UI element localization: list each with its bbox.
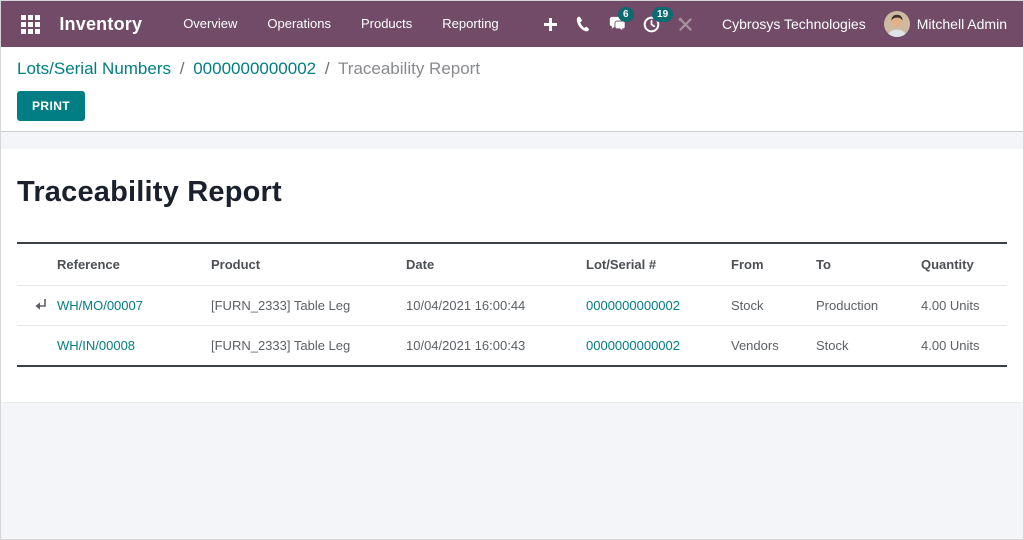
cell-product: [FURN_2333] Table Leg xyxy=(205,325,400,366)
header-lot-serial: Lot/Serial # xyxy=(586,257,657,272)
header-product: Product xyxy=(211,257,261,272)
lot-link[interactable]: 0000000000002 xyxy=(586,298,680,313)
header-reference: Reference xyxy=(57,257,120,272)
quick-create-button[interactable] xyxy=(536,1,566,47)
cell-quantity: 4.00 Units xyxy=(915,285,1007,326)
cell-from: Vendors xyxy=(725,325,810,366)
cell-reference: WH/MO/00007 xyxy=(17,285,205,326)
cell-date: 10/04/2021 16:00:43 xyxy=(400,325,580,366)
cell-product: [FURN_2333] Table Leg xyxy=(205,285,400,326)
header-date: Date xyxy=(406,257,435,272)
user-menu[interactable]: Mitchell Admin xyxy=(883,11,1009,37)
user-name: Mitchell Admin xyxy=(916,16,1007,32)
apps-menu-button[interactable] xyxy=(15,1,45,47)
lot-link[interactable]: 0000000000002 xyxy=(586,338,680,353)
main-menu: Overview Operations Products Reporting xyxy=(168,1,513,47)
company-switcher[interactable]: Cybrosys Technologies xyxy=(722,16,866,32)
plus-icon xyxy=(544,17,558,31)
page-title: Traceability Report xyxy=(17,176,282,208)
header-from: From xyxy=(731,257,764,272)
cell-quantity: 4.00 Units xyxy=(915,325,1007,366)
report-sheet: Traceability Report Reference Product Da… xyxy=(1,149,1023,367)
apps-grid-icon xyxy=(20,14,40,34)
control-panel: Lots/Serial Numbers / 0000000000002 / Tr… xyxy=(1,47,1023,132)
phone-icon xyxy=(576,16,590,32)
cell-lot: 0000000000002 xyxy=(580,325,725,366)
breadcrumb-separator: / xyxy=(179,59,185,78)
app-name[interactable]: Inventory xyxy=(59,14,142,35)
messages-button[interactable]: 6 xyxy=(600,1,634,47)
reference-link[interactable]: WH/MO/00007 xyxy=(57,298,143,313)
breadcrumb-lots-link[interactable]: Lots/Serial Numbers xyxy=(17,59,171,78)
header-quantity: Quantity xyxy=(921,257,974,272)
cell-from: Stock xyxy=(725,285,810,326)
footer-background xyxy=(1,402,1023,539)
systray: 6 19 Cybrosys Technologies Mitchell Admi… xyxy=(566,1,1009,47)
origin-arrow-icon xyxy=(23,298,57,313)
activities-button[interactable]: 19 xyxy=(634,1,674,47)
traceability-report-page: Inventory Overview Operations Products R… xyxy=(0,0,1024,540)
top-navbar: Inventory Overview Operations Products R… xyxy=(1,1,1023,47)
cell-lot: 0000000000002 xyxy=(580,285,725,326)
breadcrumb: Lots/Serial Numbers / 0000000000002 / Tr… xyxy=(17,59,1007,79)
table-row: WH/IN/00008 [FURN_2333] Table Leg 10/04/… xyxy=(17,325,1007,366)
menu-overview[interactable]: Overview xyxy=(168,1,252,47)
table-row: WH/MO/00007 [FURN_2333] Table Leg 10/04/… xyxy=(17,285,1007,326)
reference-link[interactable]: WH/IN/00008 xyxy=(57,338,135,353)
menu-operations[interactable]: Operations xyxy=(252,1,346,47)
tools-icon xyxy=(678,17,692,31)
breadcrumb-lot-link[interactable]: 0000000000002 xyxy=(193,59,316,78)
print-button[interactable]: PRINT xyxy=(17,91,85,121)
avatar xyxy=(883,11,910,37)
cell-to: Production xyxy=(810,285,915,326)
header-to: To xyxy=(816,257,831,272)
messages-count-badge: 6 xyxy=(618,7,634,22)
menu-products[interactable]: Products xyxy=(346,1,427,47)
breadcrumb-current: Traceability Report xyxy=(338,59,481,78)
table-header-row: Reference Product Date Lot/Serial # From… xyxy=(17,243,1007,286)
dev-tools-button[interactable] xyxy=(668,1,702,47)
cell-reference: WH/IN/00008 xyxy=(17,325,205,366)
cell-date: 10/04/2021 16:00:44 xyxy=(400,285,580,326)
traceability-table: Reference Product Date Lot/Serial # From… xyxy=(17,242,1007,367)
breadcrumb-separator: / xyxy=(324,59,330,78)
cell-to: Stock xyxy=(810,325,915,366)
menu-reporting[interactable]: Reporting xyxy=(427,1,513,47)
content-gray-strip xyxy=(1,132,1023,149)
voip-button[interactable] xyxy=(566,1,600,47)
